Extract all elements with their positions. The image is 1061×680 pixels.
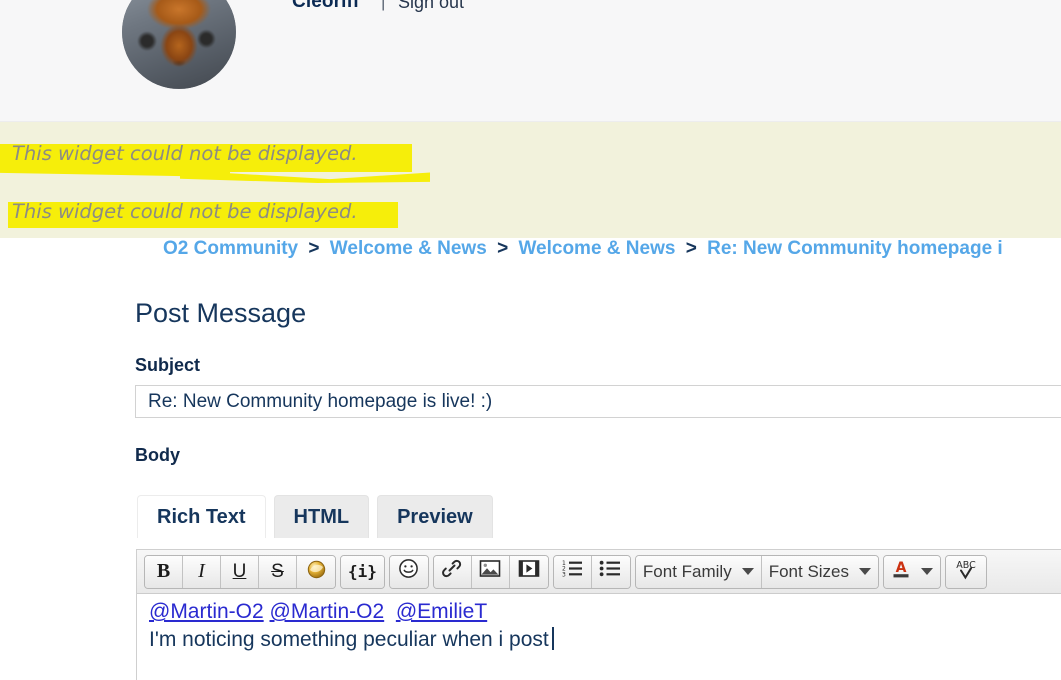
toolbar-group-formatting: B I U S [144, 554, 336, 589]
widget-error-message-2: This widget could not be displayed. [12, 200, 358, 223]
subject-label: Subject [135, 355, 201, 375]
insert-link-button[interactable] [433, 555, 472, 588]
svg-text:3: 3 [562, 572, 566, 579]
toolbar-group-fonts: Font Family Font Sizes [634, 554, 880, 589]
highlight-color-button[interactable] [297, 555, 335, 588]
page-title: Post Message [135, 298, 307, 328]
editor-tabs: Rich Text HTML Preview [137, 495, 501, 538]
bullet-list-icon [599, 559, 622, 584]
sign-out-link[interactable]: Sign out [398, 0, 464, 13]
chevron-down-icon [741, 568, 754, 575]
username-link[interactable]: Cleoriff [292, 0, 359, 13]
chevron-down-icon [859, 568, 872, 575]
ordered-list-icon: 123 [561, 559, 584, 584]
bullet-list-button[interactable] [591, 555, 630, 588]
editor-body-line-text: I'm noticing something peculiar when i p… [149, 627, 1061, 652]
text-color-button[interactable]: A [884, 555, 941, 588]
image-icon [479, 559, 501, 584]
chevron-down-icon [921, 568, 934, 575]
breadcrumb-separator: > [497, 238, 509, 259]
body-label: Body [135, 445, 180, 465]
site-header-bar: Cleoriff | Sign out [0, 0, 1061, 122]
subject-input[interactable] [135, 385, 1061, 418]
toolbar-group-spellcheck: ABC [945, 554, 988, 589]
toolbar-group-media [432, 554, 549, 589]
toolbar-group-insert-code: {i} [340, 554, 385, 589]
smiley-icon [398, 558, 419, 585]
italic-icon: I [198, 560, 205, 582]
editor-toolbar: B I U S {i} 1 2 3 Font Family Font Sizes… [137, 550, 1061, 594]
toolbar-group-text-color: A [883, 554, 942, 589]
text-cursor [551, 627, 554, 650]
text-color-icon: A [891, 558, 911, 586]
toolbar-group-emoticon [388, 554, 429, 589]
ordered-list-button[interactable]: 123 [553, 555, 592, 588]
spellcheck-abc-icon: ABC [953, 557, 979, 587]
italic-button[interactable]: I [183, 555, 221, 588]
mention-emiliet[interactable]: @EmilieT [396, 600, 487, 623]
font-family-dropdown[interactable]: Font Family [635, 555, 762, 588]
mention-martin-o2-2[interactable]: @Martin-O2 [270, 600, 385, 623]
editor-body[interactable]: @Martin-O2 @Martin-O2 @EmilieT I'm notic… [137, 594, 1061, 680]
spellcheck-button[interactable]: ABC [946, 555, 987, 588]
font-sizes-dropdown[interactable]: Font Sizes [761, 555, 879, 588]
svg-text:A: A [896, 560, 907, 576]
tab-rich-text[interactable]: Rich Text [137, 495, 266, 538]
editor-body-line-mentions: @Martin-O2 @Martin-O2 @EmilieT [149, 600, 1061, 624]
font-family-label: Font Family [642, 561, 732, 581]
strikethrough-icon: S [271, 560, 284, 582]
insert-code-button[interactable]: {i} [341, 555, 384, 588]
widget-error-message-1: This widget could not be displayed. [12, 142, 358, 165]
header-separator: | [381, 0, 386, 11]
insert-video-button[interactable] [509, 555, 548, 588]
highlighter-icon [306, 558, 327, 585]
underline-button[interactable]: U [221, 555, 259, 588]
underline-icon: U [232, 560, 247, 582]
widget-error-band: This widget could not be displayed. This… [0, 122, 1061, 238]
bold-icon: B [156, 560, 171, 582]
breadcrumb: O2 Community > Welcome & News > Welcome … [0, 238, 1061, 268]
breadcrumb-item-category[interactable]: Welcome & News [330, 238, 487, 259]
link-icon [441, 558, 463, 585]
emoticon-button[interactable] [389, 555, 428, 588]
svg-text:ABC: ABC [956, 560, 976, 571]
code-braces-icon: {i} [348, 562, 377, 581]
mention-martin-o2-1[interactable]: @Martin-O2 [149, 600, 264, 623]
insert-image-button[interactable] [471, 555, 510, 588]
font-sizes-label: Font Sizes [768, 561, 850, 581]
tab-preview[interactable]: Preview [377, 495, 493, 538]
breadcrumb-item-thread[interactable]: Re: New Community homepage i [707, 238, 1003, 259]
breadcrumb-separator: > [308, 238, 320, 259]
fox-avatar-icon [122, 0, 236, 89]
strikethrough-button[interactable]: S [259, 555, 297, 588]
rich-text-editor: B I U S {i} 1 2 3 Font Family Font Sizes… [136, 549, 1061, 680]
bold-button[interactable]: B [145, 555, 183, 588]
avatar[interactable] [122, 0, 236, 89]
breadcrumb-separator: > [685, 238, 697, 259]
video-icon [518, 559, 540, 584]
editor-body-text: I'm noticing something peculiar when i p… [149, 628, 549, 651]
toolbar-group-lists: 123 [552, 554, 631, 589]
tab-html[interactable]: HTML [273, 495, 370, 538]
breadcrumb-item-community[interactable]: O2 Community [163, 238, 298, 259]
breadcrumb-item-board[interactable]: Welcome & News [518, 238, 675, 259]
